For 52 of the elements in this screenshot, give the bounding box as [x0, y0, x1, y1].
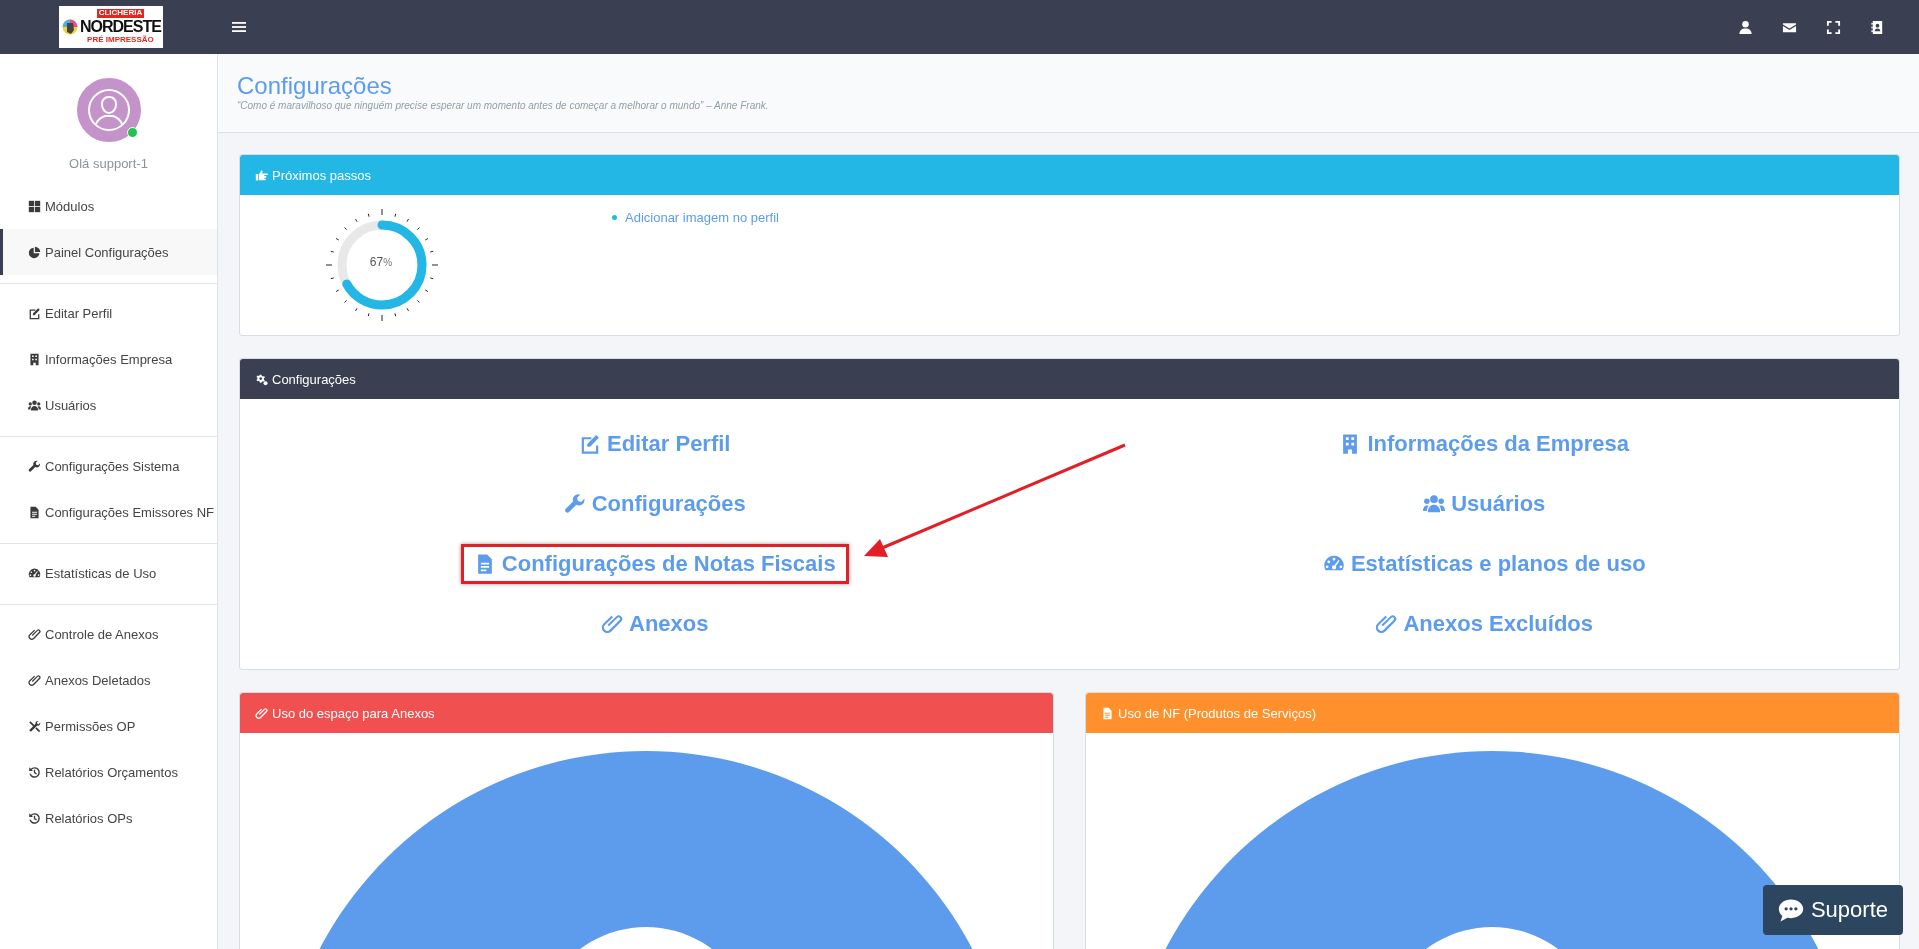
pointing-hand-icon — [255, 168, 268, 182]
panel-header: Uso do espaço para Anexos — [240, 693, 1053, 733]
edit-icon — [579, 433, 601, 455]
sidebar-item[interactable]: Estatísticas de Uso — [0, 550, 217, 596]
sidebar-item[interactable]: Módulos — [0, 183, 217, 229]
company-logo: CLICHERIA NORDESTE PRÉ IMPRESSÃO — [59, 6, 163, 48]
menu-icon[interactable] — [232, 20, 246, 34]
paperclip-icon — [1375, 613, 1398, 635]
document-icon — [1101, 706, 1114, 720]
fullscreen-icon[interactable] — [1826, 19, 1841, 35]
pie-chart-icon — [28, 245, 41, 259]
chat-bubble-icon — [1777, 897, 1804, 923]
quote: “Como é maravilhoso que ninguém precise esperar um momento antes de começar a melhorar o mundo” – Anne Frank. — [237, 100, 770, 111]
support-button[interactable]: Suporte — [1762, 885, 1903, 935]
sidebar-item[interactable]: Permissões OP — [0, 703, 217, 749]
paperclip-icon — [28, 627, 41, 641]
sidebar-item[interactable]: Anexos Deletados — [0, 657, 217, 703]
history-icon — [28, 765, 41, 779]
history-icon — [28, 811, 41, 825]
panel-header: Configurações — [240, 359, 1899, 399]
users-icon — [28, 398, 41, 412]
edit-icon — [28, 306, 41, 320]
document-icon — [28, 505, 41, 519]
building-icon — [28, 352, 41, 366]
sidebar-item[interactable]: Painel Configurações — [0, 229, 217, 275]
sidebar-item[interactable]: Usuários — [0, 382, 217, 428]
sidebar-item[interactable]: Configurações Sistema — [0, 443, 217, 489]
panel-header: Próximos passos — [240, 155, 1899, 195]
panel-header: Uso de NF (Produtos de Serviços) — [1086, 693, 1899, 733]
paperclip-icon — [601, 613, 623, 635]
page-title: Configurações — [237, 74, 393, 98]
grid-icon — [28, 199, 41, 213]
sidebar-item[interactable]: Relatórios Orçamentos — [0, 749, 217, 795]
progress-value: 67% — [368, 255, 394, 269]
person-silhouette-icon — [86, 88, 131, 132]
contact-book-icon[interactable] — [1870, 19, 1885, 35]
wrench-icon — [28, 459, 41, 473]
tools-icon — [28, 719, 41, 733]
gauge-icon — [28, 566, 41, 580]
user-icon[interactable] — [1738, 19, 1753, 35]
paperclip-icon — [28, 673, 41, 687]
sidebar-item[interactable]: Editar Perfil — [0, 290, 217, 336]
sidebar-item[interactable]: Relatórios OPs — [0, 795, 217, 841]
sidebar-item[interactable]: Configurações Emissores NF — [0, 489, 217, 535]
sidebar-item[interactable]: Controle de Anexos — [0, 611, 217, 657]
greeting: Olá support-1 — [68, 156, 149, 171]
gears-icon — [255, 372, 268, 386]
sidebar-item[interactable]: Informações Empresa — [0, 336, 217, 382]
paperclip-icon — [255, 706, 268, 720]
wrench-icon — [563, 493, 586, 515]
bullet — [612, 215, 617, 220]
users-icon — [1423, 493, 1446, 515]
